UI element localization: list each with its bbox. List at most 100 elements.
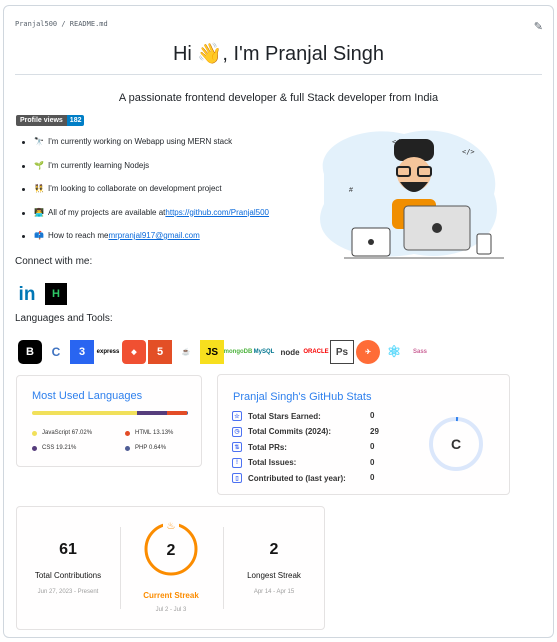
stat-label: Total Issues:: [248, 458, 297, 467]
developer-icon: 👨‍💻: [34, 207, 44, 217]
connect-heading: Connect with me:: [15, 256, 93, 267]
edit-pencil-icon[interactable]: ✎: [534, 20, 543, 33]
telescope-icon: 🔭: [34, 137, 44, 146]
hackerrank-link[interactable]: H: [45, 283, 67, 305]
hackerrank-icon: H: [45, 283, 67, 305]
language-bar-segment: [186, 411, 188, 415]
subtitle: A passionate frontend developer & full S…: [118, 92, 439, 104]
stat-row: ⇅ Total PRs:: [232, 442, 382, 452]
legend-item: PHP 0.64%: [125, 445, 166, 451]
people-icon: 👯: [34, 184, 44, 193]
list-item: 📫 How to reach me mrpranjal917@gmail.com: [22, 231, 269, 255]
language-bar-segment: [136, 411, 167, 415]
tools-row: B C 3 express ◆ 5 ☕ JS mongoDB MySQL node ORACLE Ps ✈…: [18, 340, 432, 364]
photoshop-icon[interactable]: Ps: [330, 340, 354, 364]
c-icon[interactable]: C: [44, 340, 68, 364]
stat-label: Total Commits (2024):: [248, 427, 331, 436]
bootstrap-icon[interactable]: B: [18, 340, 42, 364]
total-contributions-label: Total Contributions: [34, 571, 102, 580]
stats-card-title: Pranjal Singh's GitHub Stats: [233, 391, 372, 403]
sass-icon[interactable]: Sass: [408, 340, 432, 364]
mailbox-icon: 📫: [34, 231, 44, 240]
stat-value: 0: [370, 457, 375, 467]
html5-icon[interactable]: 5: [148, 340, 172, 364]
longest-streak: 2 Longest Streak Apr 14 - Apr 15: [224, 507, 324, 629]
star-icon: ☆: [232, 411, 242, 421]
seedling-icon: 🌱: [34, 160, 44, 170]
nodejs-icon[interactable]: node: [278, 340, 302, 364]
issue-icon: !: [232, 457, 242, 468]
legend-pct: 67.02%: [71, 430, 93, 436]
legend-pct: 0.64%: [149, 445, 167, 451]
react-icon[interactable]: ⚛: [382, 340, 406, 364]
legend-label: PHP: [135, 445, 148, 451]
github-profile-link[interactable]: https://github.com/Pranjal500: [165, 208, 269, 217]
stat-value: 0: [370, 411, 375, 420]
current-streak: ♨ 2 Current Streak Jul 2 - Jul 3: [121, 507, 221, 629]
list-item-text: I'm looking to collaborate on developmen…: [48, 184, 222, 193]
rank-circle: C: [429, 417, 483, 471]
total-contributions: 61 Total Contributions Jun 27, 2023 - Pr…: [18, 507, 118, 629]
views-badge-label: Profile views: [16, 115, 67, 126]
language-bar-segment: [32, 411, 137, 415]
stat-row: ☆ Total Stars Earned:: [232, 411, 382, 421]
github-stats-card: Pranjal Singh's GitHub Stats ☆ Total Star…: [217, 374, 510, 495]
css3-icon[interactable]: 3: [70, 340, 94, 364]
legend-label: HTML: [135, 430, 152, 436]
legend-pct: 19.21%: [56, 445, 77, 451]
readme-frame: Pranjal500 / README.md ✎ Hi 👋, I'm Pranj…: [3, 5, 554, 638]
list-item-text: All of my projects are available at: [48, 207, 166, 217]
profile-views-badge: Profile views 182: [16, 115, 85, 126]
svg-text:#: #: [349, 187, 353, 194]
list-item-text: I'm currently working on Webapp using ME…: [48, 137, 233, 146]
languages-card-title: Most Used Languages: [32, 390, 143, 402]
clock-icon: ◷: [232, 426, 242, 437]
linkedin-link[interactable]: in: [16, 284, 38, 306]
stat-row: ! Total Issues:: [232, 457, 382, 468]
tools-heading: Languages and Tools:: [15, 313, 113, 324]
current-streak-value: 2: [166, 542, 176, 559]
legend-label: CSS: [42, 445, 55, 451]
developer-illustration: </> </> #: [320, 130, 504, 259]
java-icon[interactable]: ☕: [174, 340, 198, 364]
express-icon[interactable]: express: [96, 340, 120, 364]
stat-label: Total PRs:: [248, 442, 287, 452]
legend-pct: 13.13%: [153, 430, 174, 436]
legend-item: CSS 19.21%: [32, 445, 76, 451]
oracle-icon[interactable]: ORACLE: [303, 340, 328, 364]
longest-streak-value: 2: [269, 541, 279, 558]
email-link[interactable]: mrpranjal917@gmail.com: [108, 231, 199, 240]
javascript-icon[interactable]: JS: [200, 340, 224, 364]
languages-card: Most Used Languages JavaScript 67.02% HT…: [16, 375, 202, 467]
list-item: 🌱 I'm currently learning Nodejs: [22, 161, 269, 185]
git-icon[interactable]: ◆: [122, 340, 146, 364]
list-item: 👨‍💻 All of my projects are available at h…: [22, 208, 269, 232]
legend-label: JavaScript: [42, 430, 71, 436]
stat-value: 0: [370, 442, 375, 451]
longest-streak-label: Longest Streak: [247, 571, 301, 580]
views-badge-count: 182: [66, 115, 85, 126]
stat-row: ◷ Total Commits (2024):: [232, 426, 382, 437]
legend-item: JavaScript 67.02%: [32, 430, 92, 436]
page-title: Hi 👋, I'm Pranjal Singh: [172, 43, 384, 65]
stat-value: 29: [370, 426, 379, 436]
total-contributions-value: 61: [59, 541, 77, 558]
linkedin-icon: in: [18, 284, 36, 305]
stat-value: 0: [370, 473, 375, 482]
rank-letter: C: [451, 436, 461, 452]
postman-icon[interactable]: ✈: [356, 340, 380, 364]
list-item: 👯 I'm looking to collaborate on developme…: [22, 184, 269, 208]
longest-streak-range: Apr 14 - Apr 15: [253, 589, 295, 595]
languages-bar: [32, 411, 188, 415]
legend-item: HTML 13.13%: [125, 430, 173, 436]
svg-text:</>: </>: [462, 148, 475, 156]
stat-label: Total Stars Earned:: [248, 411, 321, 421]
list-item: 🔭 I'm currently working on Webapp using M…: [22, 137, 269, 161]
about-list: 🔭 I'm currently working on Webapp using M…: [22, 137, 269, 255]
mongodb-icon[interactable]: mongoDB: [224, 340, 253, 364]
file-path: Pranjal500 / README.md: [15, 20, 108, 28]
total-contributions-range: Jun 27, 2023 - Present: [37, 589, 99, 595]
list-item-text: How to reach me: [48, 231, 109, 240]
mysql-icon[interactable]: MySQL: [252, 340, 276, 364]
current-streak-label: Current Streak: [143, 591, 199, 600]
